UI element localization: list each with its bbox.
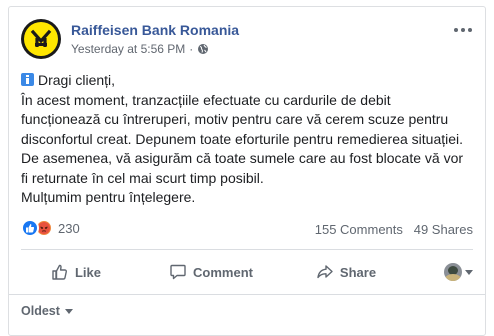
- viewer-avatar: [444, 263, 462, 281]
- meta-separator: ·: [189, 42, 194, 56]
- post-line: Mulțumim pentru înțelegere.: [21, 189, 196, 205]
- post-stats: 230 155 Comments 49 Shares: [21, 219, 473, 241]
- more-options-icon[interactable]: [453, 25, 473, 35]
- post-line: De asemenea, vă asigurăm că toate sumele…: [21, 150, 464, 166]
- share-icon: [316, 263, 334, 281]
- post-body: Dragi clienți, În acest moment, tranzacț…: [21, 71, 479, 208]
- chevron-down-icon: [64, 308, 73, 314]
- actions-divider: [9, 294, 485, 295]
- post-line: Dragi clienți,: [21, 71, 479, 91]
- page-avatar[interactable]: [21, 19, 61, 59]
- chevron-down-icon: [465, 269, 473, 275]
- info-icon: [21, 73, 34, 86]
- stats-divider: [21, 249, 473, 250]
- raiffeisen-logo-icon: [24, 22, 58, 56]
- comments-shares: 155 Comments 49 Shares: [315, 222, 473, 237]
- comments-count-link[interactable]: 155 Comments: [315, 222, 403, 237]
- reaction-count: 230: [58, 220, 80, 236]
- post-timestamp[interactable]: Yesterday at 5:56 PM: [71, 42, 185, 56]
- post-line: disconfortul creat. Depunem toate efortu…: [21, 130, 464, 147]
- like-label: Like: [74, 264, 101, 280]
- shares-count-link[interactable]: 49 Shares: [414, 222, 473, 237]
- globe-icon[interactable]: [197, 43, 209, 55]
- post-card: Raiffeisen Bank Romania Yesterday at 5:5…: [8, 6, 486, 336]
- share-label: Share: [339, 264, 377, 280]
- post-header: Raiffeisen Bank Romania Yesterday at 5:5…: [21, 19, 473, 63]
- post-line: fi returnate în cel mai scurt timp posib…: [21, 169, 264, 186]
- comment-icon: [169, 263, 187, 281]
- like-icon: [51, 263, 69, 281]
- reactions-summary[interactable]: 230: [21, 219, 80, 237]
- post-line: funcționează cu întreruperi, motiv pentr…: [21, 111, 449, 127]
- post-line: În acest moment, tranzacțiile efectuate …: [21, 91, 391, 108]
- page-name-link[interactable]: Raiffeisen Bank Romania: [71, 22, 239, 38]
- like-button[interactable]: Like: [21, 256, 131, 288]
- viewer-selector[interactable]: [444, 263, 473, 281]
- post-actions: Like Comment Share: [21, 253, 473, 291]
- comment-label: Comment: [193, 264, 253, 280]
- post-line-text: Dragi clienți,: [38, 72, 116, 88]
- post-meta: Yesterday at 5:56 PM ·: [71, 42, 209, 56]
- share-button[interactable]: Share: [291, 256, 401, 288]
- comment-sort-dropdown[interactable]: Oldest: [21, 304, 73, 318]
- like-reaction-icon: [21, 219, 39, 237]
- comment-button[interactable]: Comment: [131, 256, 291, 288]
- comment-sort-label: Oldest: [21, 304, 60, 318]
